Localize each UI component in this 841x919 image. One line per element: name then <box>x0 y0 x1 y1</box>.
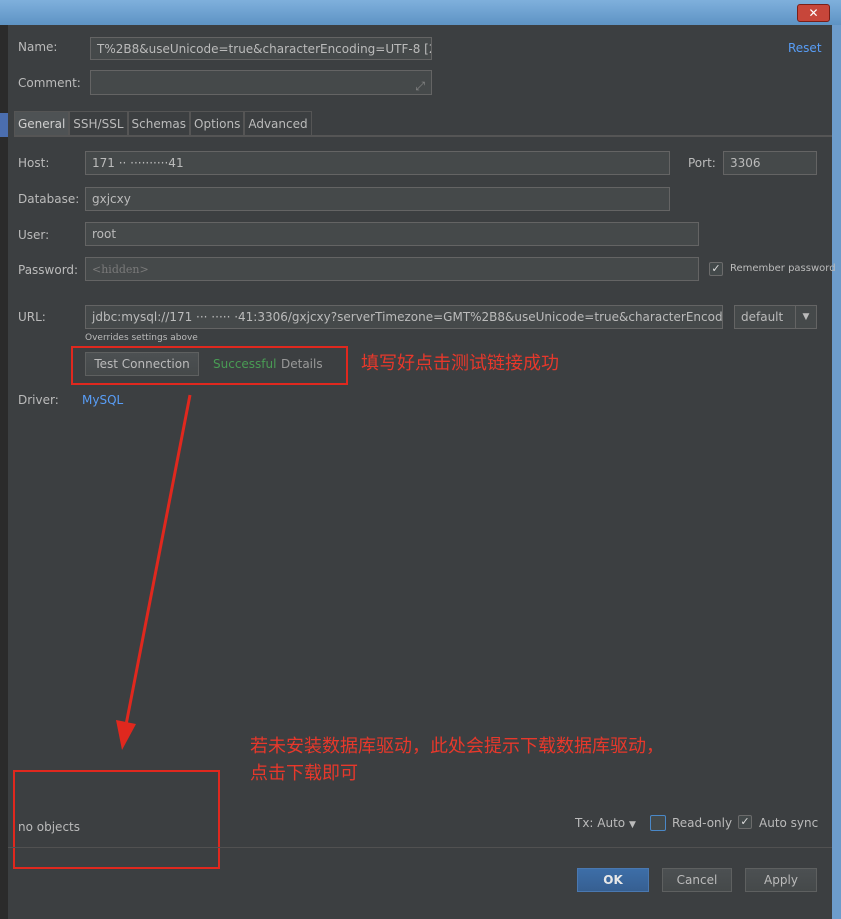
port-value: 3306 <box>730 156 761 170</box>
host-value: 171 ·· ··········41 <box>92 156 184 170</box>
read-only-label: Read-only <box>672 816 733 830</box>
tab-bar: General SSH/SSL Schemas Options Advanced <box>14 111 312 136</box>
overrides-note: Overrides settings above <box>85 333 198 343</box>
tab-options[interactable]: Options <box>190 111 245 136</box>
expand-icon[interactable]: ⤢ <box>415 79 425 94</box>
url-input[interactable]: jdbc:mysql://171 ··· ····· ·41:3306/gxjc… <box>85 305 723 329</box>
tab-divider <box>14 135 832 137</box>
annotation-driver-line1: 若未安装数据库驱动，此处会提示下载数据库驱动， <box>250 736 664 757</box>
details-link[interactable]: Details <box>281 357 323 371</box>
url-label: URL: <box>18 310 46 324</box>
sidebar-selected-item[interactable] <box>0 113 8 137</box>
host-label: Host: <box>18 156 50 170</box>
apply-button[interactable]: Apply <box>745 868 817 892</box>
chevron-down-icon[interactable]: ▼ <box>795 306 816 328</box>
password-label: Password: <box>18 263 79 277</box>
password-placeholder: <hidden> <box>92 262 149 276</box>
url-value: jdbc:mysql://171 ··· ····· ·41:3306/gxjc… <box>92 310 723 324</box>
user-input[interactable]: root <box>85 222 699 246</box>
port-input[interactable]: 3306 <box>723 151 817 175</box>
database-label: Database: <box>18 192 80 206</box>
read-only-checkbox[interactable] <box>650 815 666 831</box>
tab-ssh-ssl[interactable]: SSH/SSL <box>69 111 128 136</box>
name-value: T%2B8&useUnicode=true&characterEncoding=… <box>97 41 432 56</box>
host-input[interactable]: 171 ·· ··········41 <box>85 151 670 175</box>
remember-password-label: Remember password <box>730 263 836 274</box>
comment-label: Comment: <box>18 76 81 90</box>
port-label: Port: <box>688 156 716 170</box>
annotation-driver-line2: 点击下载即可 <box>250 763 358 784</box>
password-input[interactable]: <hidden> <box>85 257 699 281</box>
footer-separator <box>8 847 832 848</box>
database-input[interactable]: gxjcxy <box>85 187 670 211</box>
reset-link[interactable]: Reset <box>788 41 822 55</box>
cancel-button[interactable]: Cancel <box>662 868 732 892</box>
caret-down-icon: ▼ <box>628 820 636 830</box>
test-connection-label: Test Connection <box>94 357 190 371</box>
connection-status: Successful <box>213 357 277 371</box>
ok-label: OK <box>603 873 623 887</box>
window-frame-right <box>832 25 841 919</box>
auto-sync-checkbox[interactable]: ✓ <box>738 815 752 829</box>
close-button[interactable]: ✕ <box>797 4 830 22</box>
driver-label: Driver: <box>18 393 59 407</box>
window-titlebar <box>0 0 841 25</box>
tab-advanced[interactable]: Advanced <box>244 111 312 136</box>
url-mode-value: default <box>741 310 784 324</box>
name-input[interactable]: T%2B8&useUnicode=true&characterEncoding=… <box>90 37 432 60</box>
tab-general[interactable]: General <box>14 111 70 136</box>
annotation-arrow <box>116 394 192 750</box>
tx-mode-value: Tx: Auto <box>575 816 626 830</box>
left-sidebar-strip <box>0 25 8 919</box>
objects-status: no objects <box>18 820 80 834</box>
user-label: User: <box>18 228 50 242</box>
comment-input[interactable]: ⤢ <box>90 70 432 95</box>
cancel-label: Cancel <box>676 873 718 887</box>
annotation-test: 填写好点击测试链接成功 <box>361 353 559 374</box>
tab-schemas[interactable]: Schemas <box>127 111 191 136</box>
remember-password-checkbox[interactable]: ✓ <box>709 262 723 276</box>
test-connection-button[interactable]: Test Connection <box>85 352 199 376</box>
database-value: gxjcxy <box>92 192 131 206</box>
url-mode-select[interactable]: default ▼ <box>734 305 817 329</box>
tx-mode-select[interactable]: Tx: Auto ▼ <box>575 816 636 830</box>
auto-sync-label: Auto sync <box>759 816 819 830</box>
user-value: root <box>92 227 117 241</box>
name-label: Name: <box>18 40 58 54</box>
apply-label: Apply <box>764 873 798 887</box>
ok-button[interactable]: OK <box>577 868 649 892</box>
